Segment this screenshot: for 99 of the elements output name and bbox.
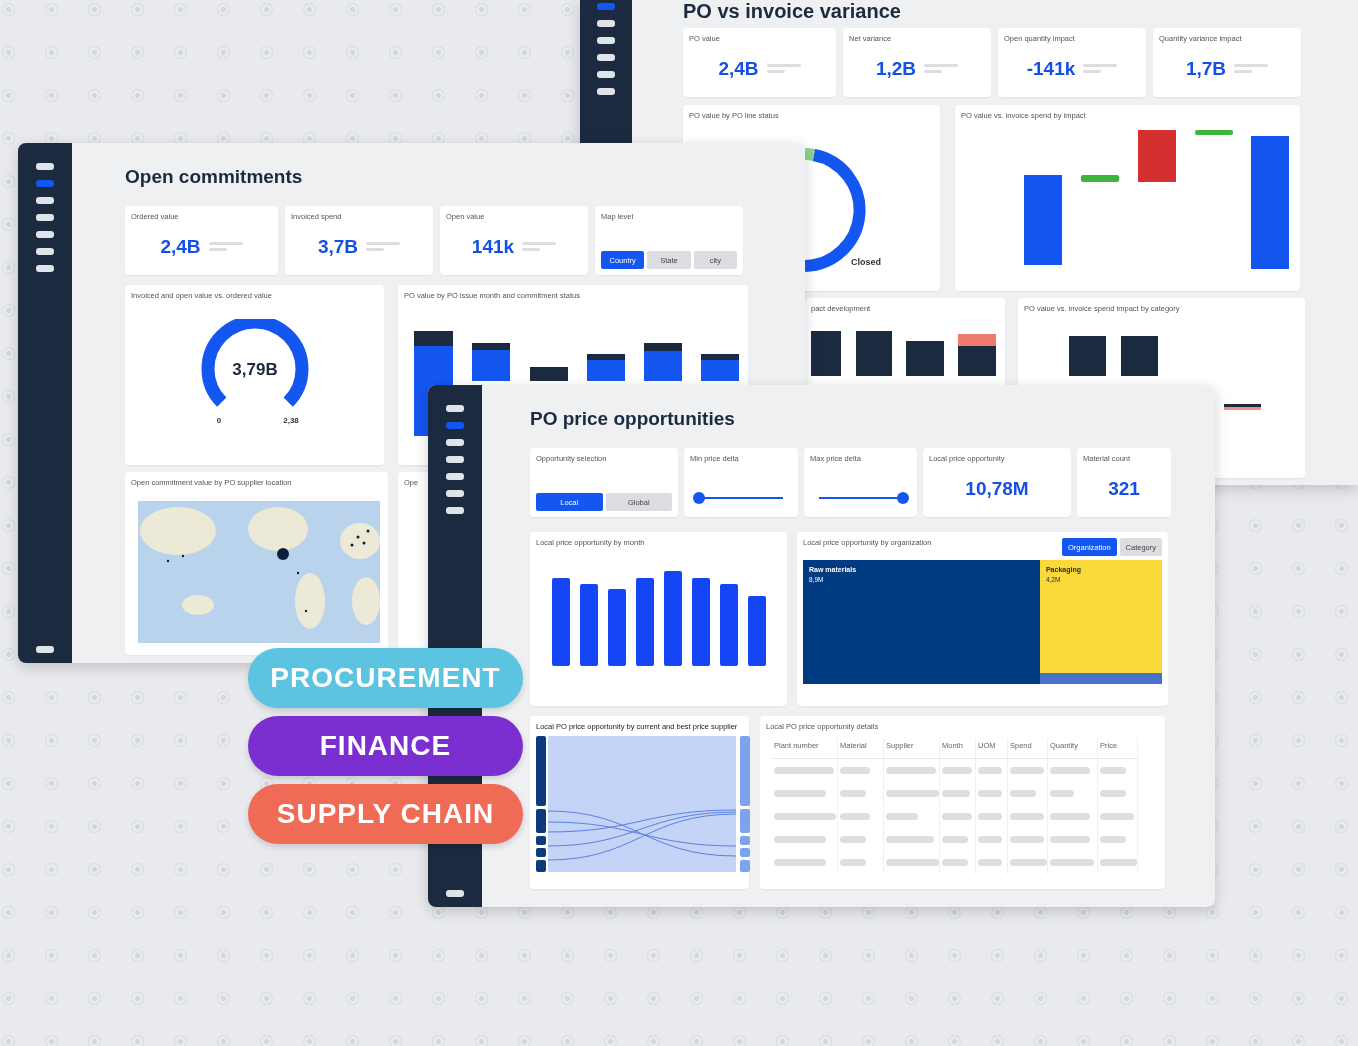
- kpi-value: 3,7B: [317, 235, 359, 258]
- placeholder-bar: [1010, 836, 1044, 843]
- placeholder-bar: [942, 767, 972, 774]
- placeholder-bar: [886, 790, 939, 797]
- slider-thumb[interactable]: [896, 492, 909, 504]
- kpi-value: 1,2B: [875, 57, 917, 80]
- chart-bar: [1069, 336, 1106, 376]
- kpi-value: 141k: [471, 235, 515, 258]
- placeholder-bar: [1050, 859, 1094, 866]
- category-tag: PROCUREMENT: [248, 648, 523, 708]
- kpi-value: 1,7B: [1185, 57, 1227, 80]
- nav-item[interactable]: [597, 37, 615, 44]
- placeholder-bar: [1050, 836, 1090, 843]
- nav-item[interactable]: [36, 163, 54, 170]
- chart-bar: [811, 331, 841, 376]
- nav-item[interactable]: [36, 248, 54, 255]
- placeholder-bar: [1010, 790, 1036, 797]
- nav-item[interactable]: [597, 54, 615, 61]
- placeholder-lines-icon: [522, 241, 557, 252]
- gauge-value: 3,79B: [231, 360, 278, 379]
- nav-item[interactable]: [446, 405, 464, 412]
- gauge-max-label: 2,38: [282, 416, 299, 425]
- placeholder-lines-icon: [1083, 63, 1118, 74]
- nav-item[interactable]: [36, 646, 54, 653]
- placeholder-bar: [942, 813, 972, 820]
- placeholder-bar: [1100, 813, 1134, 820]
- placeholder-lines-icon: [924, 63, 959, 74]
- kpi-value: 321: [1108, 477, 1140, 500]
- placeholder-bar: [942, 836, 968, 843]
- nav-item[interactable]: [36, 265, 54, 272]
- placeholder-bar: [840, 813, 870, 820]
- placeholder-bar: [1050, 813, 1090, 820]
- placeholder-bar: [840, 859, 866, 866]
- placeholder-bar: [840, 836, 866, 843]
- placeholder-bar: [978, 813, 1002, 820]
- placeholder-bar: [942, 859, 968, 866]
- nav-item[interactable]: [36, 214, 54, 221]
- chart-bar: [1121, 336, 1158, 376]
- placeholder-bar: [774, 836, 826, 843]
- nav-item[interactable]: [446, 473, 464, 480]
- placeholder-lines-icon: [208, 241, 243, 252]
- placeholder-lines-icon: [766, 63, 801, 74]
- chart-bar: [906, 341, 944, 376]
- category-tag: FINANCE: [248, 716, 523, 776]
- placeholder-bar: [1050, 790, 1074, 797]
- nav-item[interactable]: [597, 88, 615, 95]
- placeholder-bar: [774, 767, 834, 774]
- placeholder-bar: [774, 790, 826, 797]
- placeholder-bar: [978, 859, 1002, 866]
- kpi-value: 10,78M: [965, 477, 1029, 500]
- placeholder-bar: [840, 790, 866, 797]
- placeholder-bar: [1100, 859, 1137, 866]
- placeholder-bar: [978, 790, 1002, 797]
- page-title: Open commitments: [125, 165, 304, 189]
- placeholder-bar: [886, 813, 918, 820]
- placeholder-bar: [1100, 790, 1126, 797]
- placeholder-bar: [1010, 813, 1044, 820]
- kpi-value: -141k: [1026, 57, 1076, 80]
- placeholder-bar: [886, 767, 936, 774]
- placeholder-lines-icon: [366, 241, 401, 252]
- placeholder-bar: [978, 767, 1002, 774]
- page-title: PO price opportunities: [530, 407, 736, 431]
- nav-item[interactable]: [446, 490, 464, 497]
- gauge-min-label: 0: [216, 416, 221, 425]
- nav-item[interactable]: [446, 507, 464, 514]
- placeholder-bar: [1010, 767, 1044, 774]
- nav-item[interactable]: [597, 71, 615, 78]
- placeholder-bar: [942, 790, 970, 797]
- kpi-value: 2,4B: [718, 57, 759, 80]
- nav-item[interactable]: [446, 456, 464, 463]
- chart-bar: [1138, 130, 1176, 182]
- placeholder-bar: [774, 813, 836, 820]
- placeholder-bar: [1100, 836, 1126, 843]
- category-tag: SUPPLY CHAIN: [248, 784, 523, 844]
- placeholder-bar: [886, 859, 939, 866]
- chart-bar: [1224, 404, 1261, 410]
- page-title: PO vs invoice variance: [683, 0, 902, 22]
- chart-bar: [747, 596, 766, 666]
- chart-bar: [1081, 175, 1119, 182]
- placeholder-bar: [840, 767, 870, 774]
- nav-item[interactable]: [446, 890, 464, 897]
- chart-bar: [856, 331, 892, 376]
- placeholder-lines-icon: [1234, 63, 1269, 74]
- chart-bar: [1195, 130, 1233, 135]
- placeholder-bar: [886, 836, 934, 843]
- placeholder-bar: [1010, 859, 1047, 866]
- slider-thumb[interactable]: [693, 492, 705, 504]
- bar-segment: [530, 367, 568, 381]
- placeholder-bar: [1100, 767, 1126, 774]
- placeholder-bar: [774, 859, 826, 866]
- treemap-tile[interactable]: [1039, 673, 1162, 684]
- kpi-value: 2,4B: [160, 235, 201, 258]
- nav-item[interactable]: [597, 20, 615, 27]
- nav-item[interactable]: [36, 197, 54, 204]
- nav-item[interactable]: [36, 231, 54, 238]
- segment-label: Closed: [851, 257, 881, 267]
- placeholder-bar: [1050, 767, 1090, 774]
- placeholder-bar: [978, 836, 1002, 843]
- nav-item[interactable]: [446, 439, 464, 446]
